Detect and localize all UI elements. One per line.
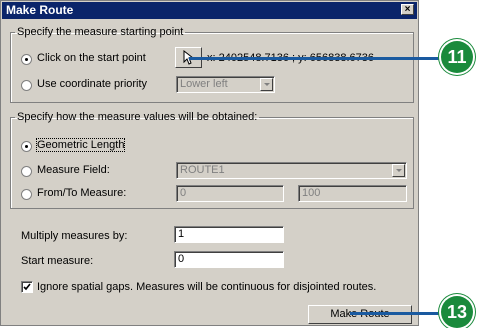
coord-priority-value: Lower left <box>180 78 228 90</box>
callout-13-badge: 13 <box>441 296 473 328</box>
multiply-value: 1 <box>178 228 185 240</box>
coord-priority-radio[interactable] <box>21 80 32 91</box>
geometric-length-radio[interactable] <box>21 141 32 152</box>
measure-field-value: ROUTE1 <box>180 164 225 176</box>
callout-13-leader-line <box>350 312 440 315</box>
make-route-dialog: Make Route × Specify the measure startin… <box>0 0 419 326</box>
coord-priority-label: Use coordinate priority <box>37 78 148 90</box>
checkmark-icon <box>23 283 31 291</box>
callout-11-leader-line <box>189 57 439 60</box>
ignore-gaps-label: Ignore spatial gaps. Measures will be co… <box>37 281 377 293</box>
chevron-down-icon <box>392 164 405 177</box>
measure-field-select[interactable]: ROUTE1 <box>176 162 407 179</box>
close-icon: × <box>404 4 411 15</box>
title-bar: Make Route × <box>2 2 417 19</box>
from-measure-field[interactable]: 0 <box>176 185 284 202</box>
coord-priority-select[interactable]: Lower left <box>176 76 275 93</box>
start-measure-label: Start measure: <box>21 255 94 267</box>
callout-13-number: 13 <box>446 302 468 322</box>
fromto-measure-label: From/To Measure: <box>37 187 127 199</box>
callout-11-number: 11 <box>447 47 467 67</box>
callout-11-badge: 11 <box>441 41 473 73</box>
multiply-field[interactable]: 1 <box>174 226 284 243</box>
start-point-group-legend: Specify the measure starting point <box>17 26 184 38</box>
measure-field-radio[interactable] <box>21 166 32 177</box>
from-measure-value: 0 <box>180 187 187 199</box>
window-title: Make Route <box>6 3 74 17</box>
to-measure-field[interactable]: 100 <box>298 185 407 202</box>
start-measure-value: 0 <box>178 253 185 265</box>
click-start-label: Click on the start point <box>37 52 146 64</box>
fromto-measure-radio[interactable] <box>21 189 32 200</box>
close-button[interactable]: × <box>401 4 414 15</box>
measure-field-label: Measure Field: <box>37 164 110 176</box>
start-measure-field[interactable]: 0 <box>174 251 284 268</box>
click-start-radio[interactable] <box>21 54 32 65</box>
geometric-length-label: Geometric Length <box>35 138 126 152</box>
measure-source-group-legend: Specify how the measure values will be o… <box>17 111 258 123</box>
ignore-gaps-checkbox[interactable] <box>21 281 33 293</box>
to-measure-value: 100 <box>302 187 321 199</box>
multiply-label: Multiply measures by: <box>21 230 128 242</box>
chevron-down-icon <box>260 78 273 91</box>
